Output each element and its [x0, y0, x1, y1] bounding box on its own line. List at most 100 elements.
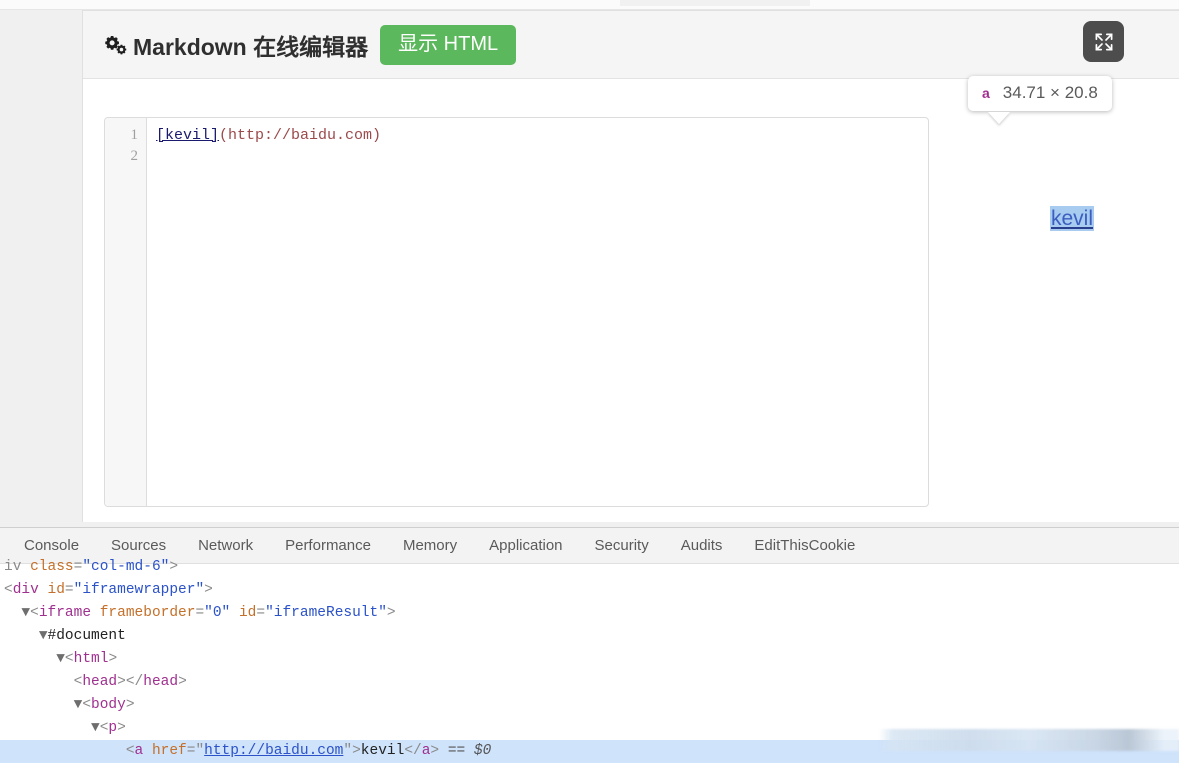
- devtools-tab-network[interactable]: Network: [198, 537, 253, 554]
- dom-node-row[interactable]: ▼#document: [0, 625, 1179, 648]
- dom-token-attr: id: [47, 582, 65, 598]
- page-top-strip-fragment: [620, 0, 810, 6]
- dom-indent: [4, 605, 21, 621]
- dom-token-tag: head: [82, 674, 118, 690]
- editor-text-content[interactable]: [kevil](http://baidu.com): [147, 118, 928, 506]
- dom-token-punct: >: [204, 582, 213, 598]
- dom-token-ref: == $0: [447, 743, 492, 759]
- dom-token-punct: [143, 743, 152, 759]
- dom-token-attr: href: [151, 743, 187, 759]
- devtools-tab-audits[interactable]: Audits: [681, 537, 723, 554]
- devtools-tab-sources[interactable]: Sources: [111, 537, 166, 554]
- dom-token-tag: p: [108, 720, 118, 736]
- element-inspector-tooltip: a 34.71 × 20.8: [968, 76, 1112, 111]
- panel-body: 1 2 [kevil](http://baidu.com) kevil: [83, 79, 1179, 522]
- dom-token-val: "iframewrapper": [73, 582, 205, 598]
- dom-token-punct: [91, 605, 100, 621]
- dom-indent: [4, 743, 126, 759]
- editor-line-number-gutter: 1 2: [105, 118, 147, 506]
- dom-token-val: "0": [204, 605, 231, 621]
- expand-fullscreen-button[interactable]: [1083, 21, 1124, 62]
- preview-link-container: kevil: [1050, 206, 1095, 231]
- dom-token-punct: >: [169, 559, 179, 571]
- code-line-1: [kevil](http://baidu.com): [156, 125, 928, 146]
- dom-token-punct: <: [82, 697, 92, 713]
- dom-token-punct: >: [108, 651, 118, 667]
- web-page-viewport: Markdown 在线编辑器 显示 HTML 1 2 [kevil](http:…: [0, 0, 1179, 527]
- dom-node-row[interactable]: iv class="col-md-6">: [0, 556, 1179, 571]
- dom-token-punct: =: [256, 605, 266, 621]
- dom-node-row[interactable]: <div id="iframewrapper">: [0, 579, 1179, 602]
- markdown-source-editor[interactable]: 1 2 [kevil](http://baidu.com): [104, 117, 929, 507]
- line-number: 1: [130, 127, 139, 143]
- dom-token-tag: html: [73, 651, 109, 667]
- dom-token-punct: <: [64, 651, 74, 667]
- dom-token-punct: <: [4, 582, 13, 598]
- tooltip-tag-name: a: [982, 85, 990, 101]
- dom-indent: [4, 720, 91, 736]
- dom-token-punct: [39, 582, 48, 598]
- dom-node-row[interactable]: ▼<html>: [0, 648, 1179, 671]
- dom-indent: [4, 674, 74, 690]
- dom-token-val: "col-md-6": [82, 559, 170, 571]
- dom-expand-triangle-icon[interactable]: ▼: [91, 720, 100, 736]
- dom-token-punct: <: [30, 605, 39, 621]
- html-preview-pane: kevil: [971, 117, 1179, 507]
- dom-token-punct: =": [186, 743, 205, 759]
- dom-token-text: kevil: [360, 743, 405, 759]
- dom-token-punct: =: [64, 582, 74, 598]
- line-number: 2: [130, 148, 139, 164]
- devtools-tab-memory[interactable]: Memory: [403, 537, 457, 554]
- dom-token-punct: ></: [117, 674, 144, 690]
- dom-token-tag: head: [143, 674, 179, 690]
- dom-token-punct: iv: [4, 559, 31, 571]
- dom-token-punct: >: [117, 720, 126, 736]
- markdown-link-label: [kevil]: [156, 127, 220, 144]
- dom-expand-triangle-icon[interactable]: ▼: [21, 605, 30, 621]
- devtools-tab-performance[interactable]: Performance: [285, 537, 371, 554]
- dom-token-punct: >: [125, 697, 135, 713]
- dom-indent: [4, 697, 74, 713]
- dom-token-punct: >: [386, 605, 396, 621]
- dom-token-tag: div: [12, 582, 39, 598]
- dom-token-punct: [230, 605, 239, 621]
- dom-token-punct: </: [404, 743, 422, 759]
- panel-header: Markdown 在线编辑器 显示 HTML: [83, 11, 1179, 79]
- tooltip-pointer-arrow: [988, 112, 1010, 124]
- dom-node-row[interactable]: ▼<body>: [0, 694, 1179, 717]
- tooltip-dimensions: 34.71 × 20.8: [1002, 83, 1098, 102]
- devtools-tab-application[interactable]: Application: [489, 537, 562, 554]
- devtools-tab-editthiscookie[interactable]: EditThisCookie: [754, 537, 855, 554]
- dom-token-punct: =: [195, 605, 205, 621]
- dom-token-tag: a: [134, 743, 144, 759]
- show-html-button[interactable]: 显示 HTML: [380, 24, 517, 65]
- dom-token-tag: body: [91, 697, 126, 713]
- expand-arrows-icon: [1095, 33, 1112, 50]
- dom-indent: [4, 651, 56, 667]
- dom-token-tag: iframe: [38, 605, 92, 621]
- dom-token-doc: #document: [47, 628, 126, 644]
- dom-node-row[interactable]: ▼<iframe frameborder="0" id="iframeResul…: [0, 602, 1179, 625]
- dom-token-attr: id: [238, 605, 257, 621]
- dom-expand-triangle-icon[interactable]: ▼: [56, 651, 65, 667]
- devtools-tab-console[interactable]: Console: [24, 537, 79, 554]
- markdown-link-url: (http://baidu.com): [219, 127, 382, 144]
- dom-token-punct: ">: [343, 743, 361, 759]
- preview-link-kevil[interactable]: kevil: [1050, 206, 1095, 231]
- dom-expand-triangle-icon[interactable]: ▼: [39, 628, 48, 644]
- page-title: Markdown 在线编辑器: [133, 33, 369, 60]
- dom-token-punct: >: [430, 743, 448, 759]
- dom-indent: [4, 628, 39, 644]
- devtools-tab-security[interactable]: Security: [595, 537, 649, 554]
- dom-token-val: "iframeResult": [265, 605, 387, 621]
- dom-token-attr: class: [30, 559, 74, 571]
- cogs-icon: [105, 35, 127, 54]
- devtools-panel: Console Sources Network Performance Memory Ap…: [0, 527, 1179, 771]
- dom-token-punct: <: [125, 743, 135, 759]
- dom-token-val-link: http://baidu.com: [204, 743, 344, 759]
- dom-token-punct: >: [178, 674, 187, 690]
- dom-node-row[interactable]: <head></head>: [0, 671, 1179, 694]
- dom-breadcrumb-blurred: [879, 729, 1179, 751]
- dom-token-attr: frameborder: [99, 605, 196, 621]
